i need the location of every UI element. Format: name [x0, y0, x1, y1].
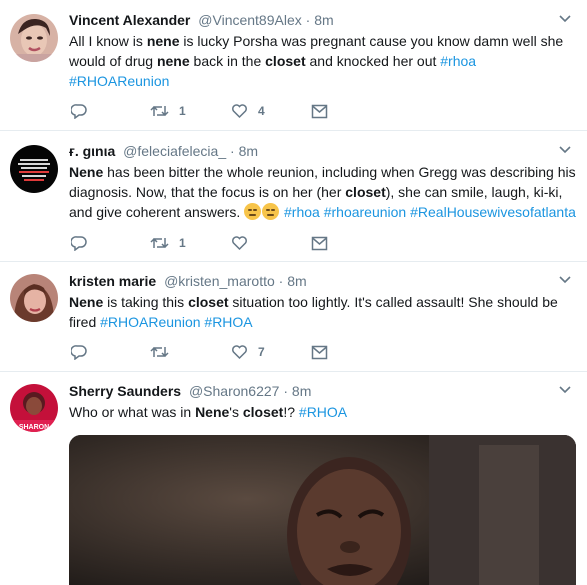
display-name[interactable]: ғ. gιnιa [69, 143, 115, 159]
highlighted-keyword: closet [242, 404, 284, 420]
like-count: 7 [258, 345, 265, 359]
retweet-icon [150, 237, 169, 249]
timestamp[interactable]: 8m [292, 383, 311, 399]
tweet-3[interactable]: kristen marie @kristen_marotto · 8m Nene… [0, 262, 587, 372]
display-name[interactable]: Vincent Alexander [69, 12, 190, 28]
highlighted-keyword: Nene [195, 404, 230, 420]
unamused-face-emoji-icon [262, 203, 280, 220]
text-segment: !? [283, 404, 299, 420]
chevron-down-icon[interactable] [559, 145, 571, 155]
tweet-header: ғ. gιnιa @feleciafelecia_ · 8m [69, 141, 573, 161]
tweet-header: Sherry Saunders @Sharon6227 · 8m [69, 381, 573, 401]
hashtag-link[interactable]: #rhoa [440, 53, 476, 69]
avatar[interactable] [10, 145, 58, 193]
hashtag-link[interactable]: #RealHousewivesofatlanta [410, 204, 576, 220]
tweet-actions: 7 [69, 342, 369, 362]
retweet-button[interactable]: 1 [150, 101, 186, 121]
unamused-face-emoji-icon [244, 203, 262, 220]
tweet-2[interactable]: ғ. gιnιa @feleciafelecia_ · 8m Nene has … [0, 131, 587, 262]
like-button[interactable]: 4 [231, 101, 265, 121]
display-name[interactable]: kristen marie [69, 273, 156, 289]
display-name[interactable]: Sherry Saunders [69, 383, 181, 399]
retweet-icon [150, 105, 169, 117]
like-button[interactable]: 7 [231, 342, 265, 362]
tweet-media-image[interactable] [69, 435, 576, 585]
reply-icon [71, 104, 87, 119]
user-handle[interactable]: @Sharon6227 [189, 383, 280, 399]
hashtag-link[interactable]: #RHOAReunion [100, 314, 200, 330]
reply-button[interactable] [71, 101, 97, 121]
timestamp[interactable]: 8m [314, 12, 333, 28]
avatar[interactable]: SHARON [10, 384, 58, 432]
separator-dot: · [230, 143, 235, 159]
like-icon [232, 345, 247, 360]
dm-button[interactable] [311, 342, 328, 362]
highlighted-keyword: closet [345, 184, 386, 200]
avatar-caption: SHARON [19, 424, 49, 431]
highlighted-keyword: nene [146, 33, 180, 49]
tweet-1[interactable]: Vincent Alexander @Vincent89Alex · 8m Al… [0, 0, 587, 131]
hashtag-link[interactable]: #rhoareunion [324, 204, 407, 220]
tweet-text: All I know is nene is lucky Porsha was p… [69, 31, 569, 91]
hashtag-link[interactable]: #RHOAReunion [69, 73, 169, 89]
highlighted-keyword: closet [265, 53, 306, 69]
like-button[interactable] [231, 233, 258, 253]
text-segment: 's [229, 404, 243, 420]
separator-dot: · [283, 383, 289, 399]
dm-icon [311, 104, 328, 118]
text-segment: and knocked her out [305, 53, 441, 69]
highlighted-keyword: nene [156, 53, 190, 69]
highlighted-keyword: Nene [69, 294, 104, 310]
avatar[interactable] [10, 14, 58, 62]
text-segment: Who or what was in [69, 404, 196, 420]
like-icon [232, 104, 247, 119]
retweet-count: 1 [179, 236, 186, 250]
separator-dot: · [278, 273, 284, 289]
text-segment: All I know is [69, 33, 147, 49]
text-segment: is taking this [103, 294, 189, 310]
hashtag-link[interactable]: #rhoa [284, 204, 320, 220]
user-handle[interactable]: @Vincent89Alex [198, 12, 301, 28]
tweet-4[interactable]: SHARON Sherry Saunders @Sharon6227 · 8m … [0, 372, 587, 585]
reply-icon [71, 345, 87, 360]
chevron-down-icon[interactable] [559, 14, 571, 24]
text-segment: back in the [189, 53, 266, 69]
tweet-header: Vincent Alexander @Vincent89Alex · 8m [69, 10, 573, 30]
tweet-text: Nene is taking this closet situation too… [69, 292, 569, 332]
tweet-actions: 1 [69, 233, 369, 253]
hashtag-link[interactable]: #RHOA [299, 404, 347, 420]
reply-button[interactable] [71, 233, 97, 253]
tweet-header: kristen marie @kristen_marotto · 8m [69, 271, 573, 291]
like-count: 4 [258, 104, 265, 118]
dm-button[interactable] [311, 233, 328, 253]
user-handle[interactable]: @feleciafelecia_ [123, 143, 226, 159]
dm-button[interactable] [311, 101, 328, 121]
highlighted-keyword: closet [188, 294, 229, 310]
separator-dot: · [305, 12, 311, 28]
retweet-count: 1 [179, 104, 186, 118]
user-handle[interactable]: @kristen_marotto [164, 273, 275, 289]
tweet-text: Nene has been bitter the whole reunion, … [69, 162, 577, 222]
dm-icon [311, 345, 328, 359]
tweet-actions: 1 4 [69, 101, 369, 121]
highlighted-keyword: Nene [69, 164, 104, 180]
like-icon [232, 236, 247, 251]
timestamp[interactable]: 8m [239, 143, 258, 159]
retweet-icon [150, 346, 169, 358]
dm-icon [311, 236, 328, 250]
reply-icon [71, 236, 87, 251]
retweet-button[interactable] [150, 342, 179, 362]
chevron-down-icon[interactable] [559, 275, 571, 285]
avatar[interactable] [10, 274, 58, 322]
hashtag-link[interactable]: #RHOA [204, 314, 252, 330]
chevron-down-icon[interactable] [559, 385, 571, 395]
tweet-text: Who or what was in Nene's closet!? #RHOA [69, 402, 569, 422]
timestamp[interactable]: 8m [287, 273, 306, 289]
reply-button[interactable] [71, 342, 97, 362]
retweet-button[interactable]: 1 [150, 233, 186, 253]
